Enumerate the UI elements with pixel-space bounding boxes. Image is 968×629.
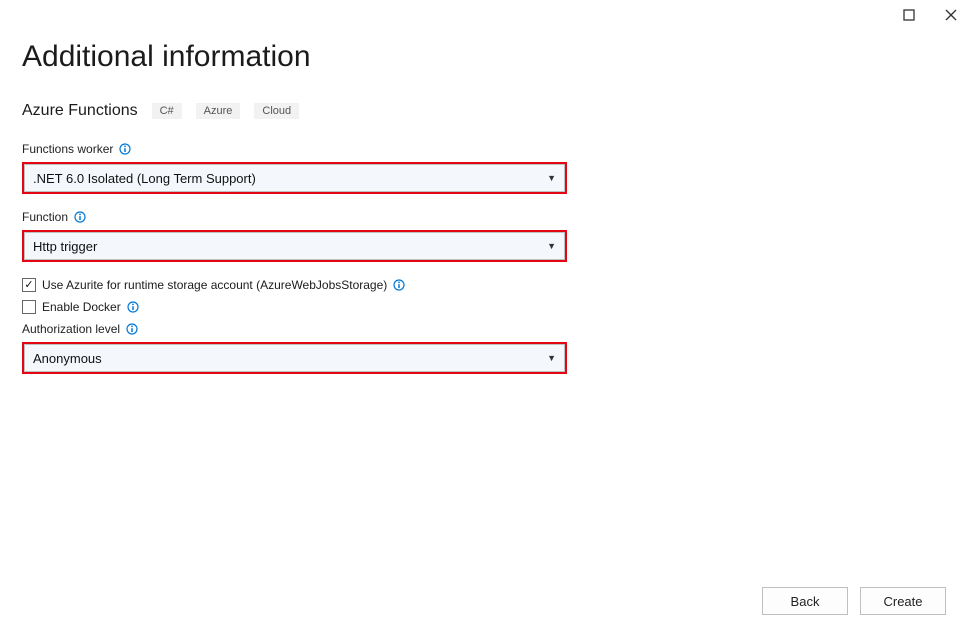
info-icon[interactable] bbox=[127, 301, 139, 313]
auth-level-dropdown[interactable]: Anonymous ▼ bbox=[24, 344, 565, 372]
back-button[interactable]: Back bbox=[762, 587, 848, 615]
tag-platform: Azure bbox=[196, 103, 241, 119]
azurite-checkbox-label: Use Azurite for runtime storage account … bbox=[42, 278, 387, 292]
info-icon[interactable] bbox=[119, 143, 131, 155]
auth-level-value: Anonymous bbox=[33, 351, 102, 366]
function-dropdown[interactable]: Http trigger ▼ bbox=[24, 232, 565, 260]
chevron-down-icon: ▼ bbox=[547, 173, 556, 183]
maximize-button[interactable] bbox=[902, 8, 916, 22]
tag-category: Cloud bbox=[254, 103, 299, 119]
function-label: Function bbox=[22, 210, 946, 224]
tag-language: C# bbox=[152, 103, 182, 119]
azurite-checkbox-row: Use Azurite for runtime storage account … bbox=[22, 278, 946, 292]
azurite-checkbox[interactable] bbox=[22, 278, 36, 292]
project-header: Azure Functions C# Azure Cloud bbox=[22, 102, 946, 120]
create-button[interactable]: Create bbox=[860, 587, 946, 615]
auth-level-label-text: Authorization level bbox=[22, 322, 120, 336]
info-icon[interactable] bbox=[393, 279, 405, 291]
chevron-down-icon: ▼ bbox=[547, 353, 556, 363]
info-icon[interactable] bbox=[74, 211, 86, 223]
functions-worker-highlight: .NET 6.0 Isolated (Long Term Support) ▼ bbox=[22, 162, 567, 194]
function-label-text: Function bbox=[22, 210, 68, 224]
docker-checkbox[interactable] bbox=[22, 300, 36, 314]
close-icon bbox=[945, 9, 957, 21]
close-button[interactable] bbox=[944, 8, 958, 22]
page-title: Additional information bbox=[22, 40, 946, 74]
functions-worker-label-text: Functions worker bbox=[22, 142, 113, 156]
maximize-icon bbox=[903, 9, 915, 21]
functions-worker-dropdown[interactable]: .NET 6.0 Isolated (Long Term Support) ▼ bbox=[24, 164, 565, 192]
docker-checkbox-row: Enable Docker bbox=[22, 300, 946, 314]
functions-worker-value: .NET 6.0 Isolated (Long Term Support) bbox=[33, 171, 256, 186]
chevron-down-icon: ▼ bbox=[547, 241, 556, 251]
project-name: Azure Functions bbox=[22, 102, 138, 120]
docker-checkbox-label: Enable Docker bbox=[42, 300, 121, 314]
functions-worker-label: Functions worker bbox=[22, 142, 946, 156]
function-value: Http trigger bbox=[33, 239, 97, 254]
auth-level-label: Authorization level bbox=[22, 322, 946, 336]
info-icon[interactable] bbox=[126, 323, 138, 335]
function-highlight: Http trigger ▼ bbox=[22, 230, 567, 262]
auth-level-highlight: Anonymous ▼ bbox=[22, 342, 567, 374]
